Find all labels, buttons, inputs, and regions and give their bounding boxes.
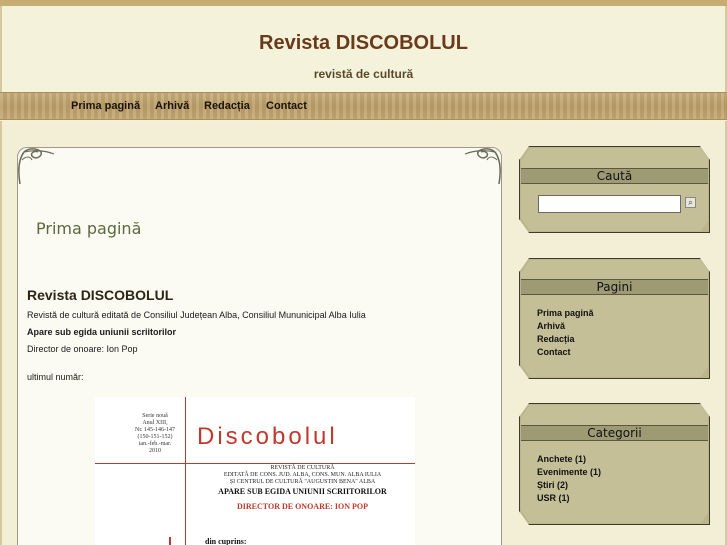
cover-series-line: Anul XIII, (142, 420, 168, 426)
site-title[interactable]: Revista DISCOBOLUL (2, 32, 725, 55)
nav-item-prima-pagina[interactable]: Prima pagină (71, 100, 140, 112)
sidebar-page-arhiva[interactable]: Arhivă (537, 321, 565, 331)
pages-widget-body: Pagini Prima pagină Arhivă Redacția Cont… (521, 260, 708, 377)
cover-title: Discobolul (197, 423, 338, 450)
cover-info-line: ȘI CENTRUL DE CULTURĂ "AUGUSTIN BENA" AL… (229, 479, 376, 485)
cover-series-line: (150-151-152) (137, 434, 173, 440)
search-widget-body: Caută ⌕ (521, 148, 708, 231)
nav-item-contact[interactable]: Contact (266, 100, 307, 112)
category-usr[interactable]: USR (1) (537, 493, 570, 503)
search-widget-title: Caută (521, 168, 708, 184)
category-anchete[interactable]: Anchete (1) (537, 454, 586, 464)
scroll-ornament-left-icon (18, 148, 55, 185)
sidebar-page-contact[interactable]: Contact (537, 347, 571, 357)
cover-egida: APARE SUB EGIDA UNIUNII SCRIITORILOR (218, 487, 387, 496)
categories-widget-body: Categorii Anchete (1) Evenimente (1) Ști… (521, 405, 708, 523)
search-input[interactable] (538, 195, 681, 213)
scroll-ornament-right-icon (464, 148, 501, 185)
cover-divider-vertical (185, 397, 186, 545)
cover-series-info: Serie nouă Anul XIII, Nr. 145-146-147 (1… (125, 413, 185, 455)
cover-red-mark (169, 537, 171, 545)
nav-item-arhiva[interactable]: Arhivă (155, 100, 189, 112)
pages-widget-title: Pagini (521, 279, 708, 295)
cover-contents-label: din cuprins: (205, 537, 247, 545)
cover-series-line: Serie nouă (142, 413, 168, 419)
post-director: Director de onoare: Ion Pop (27, 344, 138, 354)
cover-series-line: ian.-feb.-mar. (138, 441, 172, 447)
post-title[interactable]: Revista DISCOBOLUL (27, 287, 173, 303)
cover-director: DIRECTOR DE ONOARE: ION POP (237, 502, 368, 511)
page-title: Prima pagină (36, 219, 142, 238)
cover-divider-horizontal (95, 463, 415, 464)
cover-info-line: REVISTĂ DE CULTURĂ (270, 465, 335, 471)
pages-widget: Pagini Prima pagină Arhivă Redacția Cont… (519, 258, 710, 379)
cover-publisher-info: REVISTĂ DE CULTURĂ EDITATĂ DE CONS. JUD.… (190, 465, 415, 486)
sidebar-page-redactia[interactable]: Redacția (537, 334, 575, 344)
category-stiri[interactable]: Știri (2) (537, 480, 568, 490)
sidebar-page-prima-pagina[interactable]: Prima pagină (537, 308, 594, 318)
search-widget: Caută ⌕ (519, 146, 710, 233)
cover-series-line: Nr. 145-146-147 (135, 427, 175, 433)
categories-widget: Categorii Anchete (1) Evenimente (1) Ști… (519, 403, 710, 525)
site-subtitle: revistă de cultură (313, 67, 414, 81)
search-submit-button[interactable]: ⌕ (685, 197, 696, 208)
cover-info-line: EDITATĂ DE CONS. JUD. ALBA, CONS. MUN. A… (223, 472, 382, 478)
main-navigation: Prima pagină Arhivă Redacția Contact (0, 92, 727, 120)
categories-widget-title: Categorii (521, 425, 708, 441)
magnifier-icon: ⌕ (688, 198, 693, 207)
site-header: Revista DISCOBOLUL revistă de cultură (0, 6, 727, 92)
post-description: Revistă de cultură editată de Consiliul … (27, 310, 366, 320)
category-evenimente[interactable]: Evenimente (1) (537, 467, 601, 477)
cover-series-line: 2010 (149, 448, 161, 454)
latest-issue-cover-image[interactable]: Serie nouă Anul XIII, Nr. 145-146-147 (1… (95, 397, 415, 545)
post-egida: Apare sub egida uniunii scriitorilor (27, 327, 177, 337)
nav-item-redactia[interactable]: Redacția (204, 100, 250, 112)
post-latest-issue-label: ultimul număr: (27, 372, 84, 382)
